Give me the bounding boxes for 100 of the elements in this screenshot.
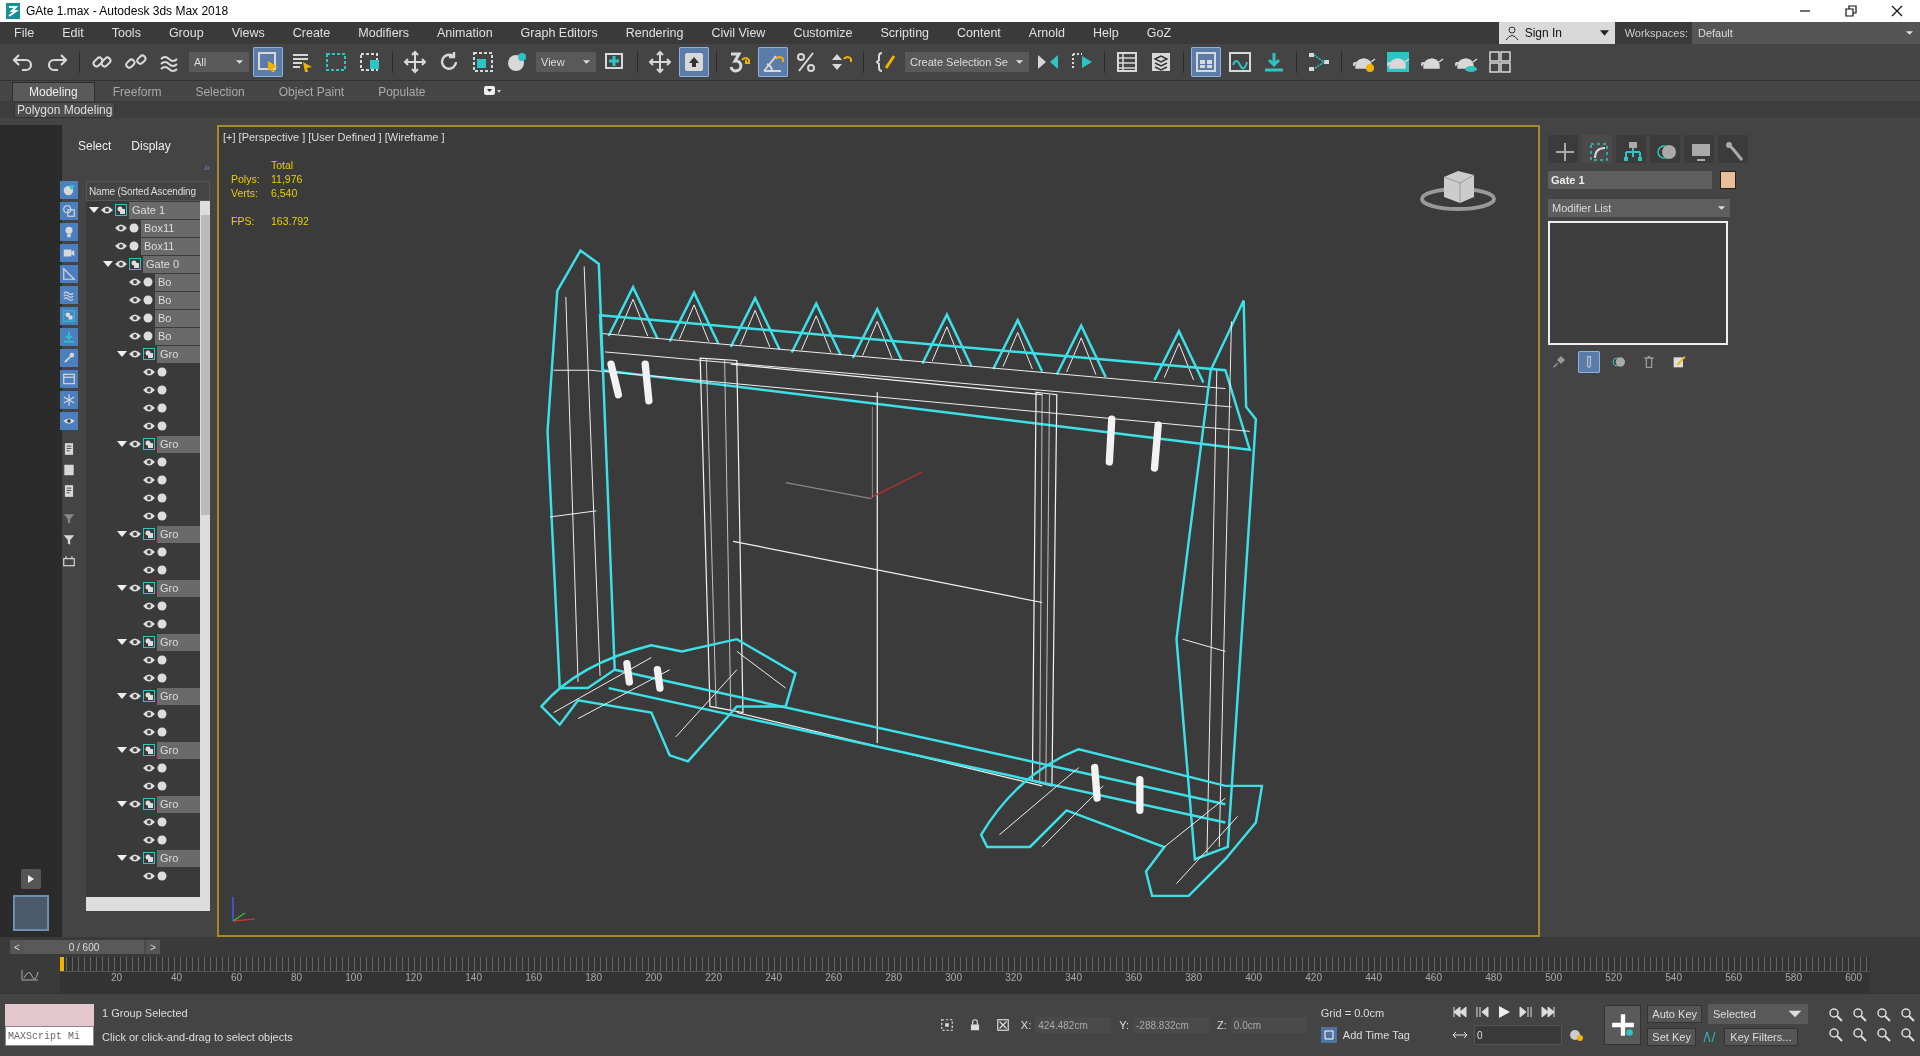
scrollbar[interactable] [200,201,210,897]
menu-item[interactable]: Customize [779,26,867,40]
maxscript-field[interactable]: MAXScript Mi [5,1026,95,1046]
eye-icon[interactable] [143,763,155,773]
tag-icon[interactable] [1320,1027,1337,1043]
camera-icon[interactable] [60,244,78,262]
close-icon[interactable] [1891,5,1903,17]
menu-item[interactable]: Graph Editors [506,26,612,40]
menu-item[interactable]: Rendering [611,26,698,40]
eye-icon[interactable] [101,205,113,215]
group-icon[interactable] [60,307,78,325]
eye-icon[interactable] [143,421,155,431]
menu-item[interactable]: Animation [423,26,507,40]
command-tab[interactable] [1548,135,1578,163]
expand-arrow-icon[interactable] [117,691,127,701]
menu-item[interactable]: Create [278,26,345,40]
panel-icon[interactable] [1191,47,1221,77]
eye-icon[interactable] [129,277,141,287]
eye-icon[interactable] [129,799,141,809]
tree-item[interactable]: Bo [155,273,200,291]
eye-icon[interactable] [129,637,141,647]
next-key-icon[interactable] [1518,1005,1535,1019]
command-tab[interactable] [1650,135,1680,163]
restore-icon[interactable] [1845,5,1857,17]
eye-icon[interactable] [143,601,155,611]
tree-item[interactable]: Gate 1 [129,201,200,219]
ribbon-tab[interactable]: Freeform [96,83,178,101]
ribbon-tab[interactable]: Populate [362,83,442,101]
command-tab[interactable] [1616,135,1646,163]
tree-item[interactable]: Bo [155,309,200,327]
sign-in-button[interactable]: Sign In [1498,22,1615,44]
ribbon-tab[interactable]: Modeling [12,82,95,101]
eye-icon[interactable] [143,619,155,629]
tree-item[interactable]: Gro [157,345,200,363]
menu-item[interactable]: Tools [97,26,155,40]
container-icon[interactable] [60,370,78,388]
modifier-stack[interactable] [1548,221,1728,345]
auto-key-button[interactable]: Auto Key [1647,1005,1702,1023]
eye-icon[interactable] [115,259,127,269]
upload-icon[interactable] [679,47,709,77]
snowflake-icon[interactable] [60,391,78,409]
tree-item[interactable]: Gro [157,579,200,597]
eye-icon[interactable] [143,781,155,791]
menu-item[interactable]: Help [1079,26,1133,40]
toolbar-dropdown[interactable]: All [189,52,249,72]
eye-icon[interactable] [129,691,141,701]
command-tab[interactable] [1582,135,1612,163]
menu-item[interactable]: GoZ [1132,26,1185,40]
modifier-list-dropdown[interactable]: Modifier List [1548,199,1730,217]
set-key-toggle[interactable]: Set Key [1647,1028,1696,1046]
key-filter-icon[interactable] [1701,1030,1718,1044]
expand-arrow-icon[interactable] [117,799,127,809]
eye-icon[interactable] [143,511,155,521]
tree-item[interactable]: Gro [157,633,200,651]
expand-arrow-icon[interactable] [117,853,127,863]
expand-arrow-icon[interactable] [117,637,127,647]
eye-icon[interactable] [129,745,141,755]
time-slider-thumb[interactable]: 0 / 600 [24,940,144,954]
tree-item[interactable]: Gro [157,435,200,453]
menu-item[interactable]: Group [154,26,218,40]
explorer-tab[interactable]: Select [78,139,112,161]
eye-icon[interactable] [129,853,141,863]
color-swatch[interactable] [1720,171,1736,189]
ruler-icon[interactable] [60,265,78,283]
eye-icon[interactable] [129,331,141,341]
eye-icon[interactable] [115,241,127,251]
expand-arrow-icon[interactable] [117,529,127,539]
expand-arrow-icon[interactable] [117,583,127,593]
ribbon-panel-title[interactable]: Polygon Modeling [14,101,116,118]
expand-arrow-icon[interactable] [117,439,127,449]
tree-item[interactable]: Gro [157,741,200,759]
menu-item[interactable]: Views [217,26,279,40]
next-frame-button[interactable]: > [146,940,160,954]
workspaces-dropdown[interactable]: Default [1692,22,1920,44]
tree-item[interactable]: Gro [157,525,200,543]
go-to-end-icon[interactable] [1540,1005,1557,1019]
eye-icon[interactable] [143,727,155,737]
eye-icon[interactable] [143,457,155,467]
ribbon-tab[interactable]: Selection [179,83,261,101]
menu-item[interactable]: Edit [48,26,98,40]
go-to-start-icon[interactable] [1452,1005,1469,1019]
coordinate-field[interactable]: -288.832cm [1133,1017,1210,1033]
toolbar-dropdown[interactable]: Create Selection Se [905,52,1029,72]
key-mode-dropdown[interactable]: Selected [1708,1004,1808,1024]
eye-icon[interactable] [143,403,155,413]
listener-field[interactable] [5,1004,95,1026]
add-time-tag-link[interactable]: Add Time Tag [1342,1029,1410,1041]
eye-icon[interactable] [143,493,155,503]
track-bar[interactable]: 20 40 60 80 100 120 140 160 180 200 220 240 260 280 300 320 340 360 380 400 420 440 460 480 500 520 540 560 580 600 [60,957,1870,993]
column-header[interactable]: Name (Sorted Ascending [86,181,210,201]
set-key-button[interactable] [1604,1005,1642,1045]
menu-item[interactable]: Civil View [697,26,780,40]
expand-arrow-icon[interactable] [103,259,113,269]
eye-icon[interactable] [143,475,155,485]
previous-frame-button[interactable]: < [10,940,24,954]
eye-icon[interactable] [143,817,155,827]
eye-icon[interactable] [143,565,155,575]
expand-arrow-icon[interactable] [117,349,127,359]
pen-icon[interactable] [60,349,78,367]
tree-item[interactable]: Bo [155,291,200,309]
